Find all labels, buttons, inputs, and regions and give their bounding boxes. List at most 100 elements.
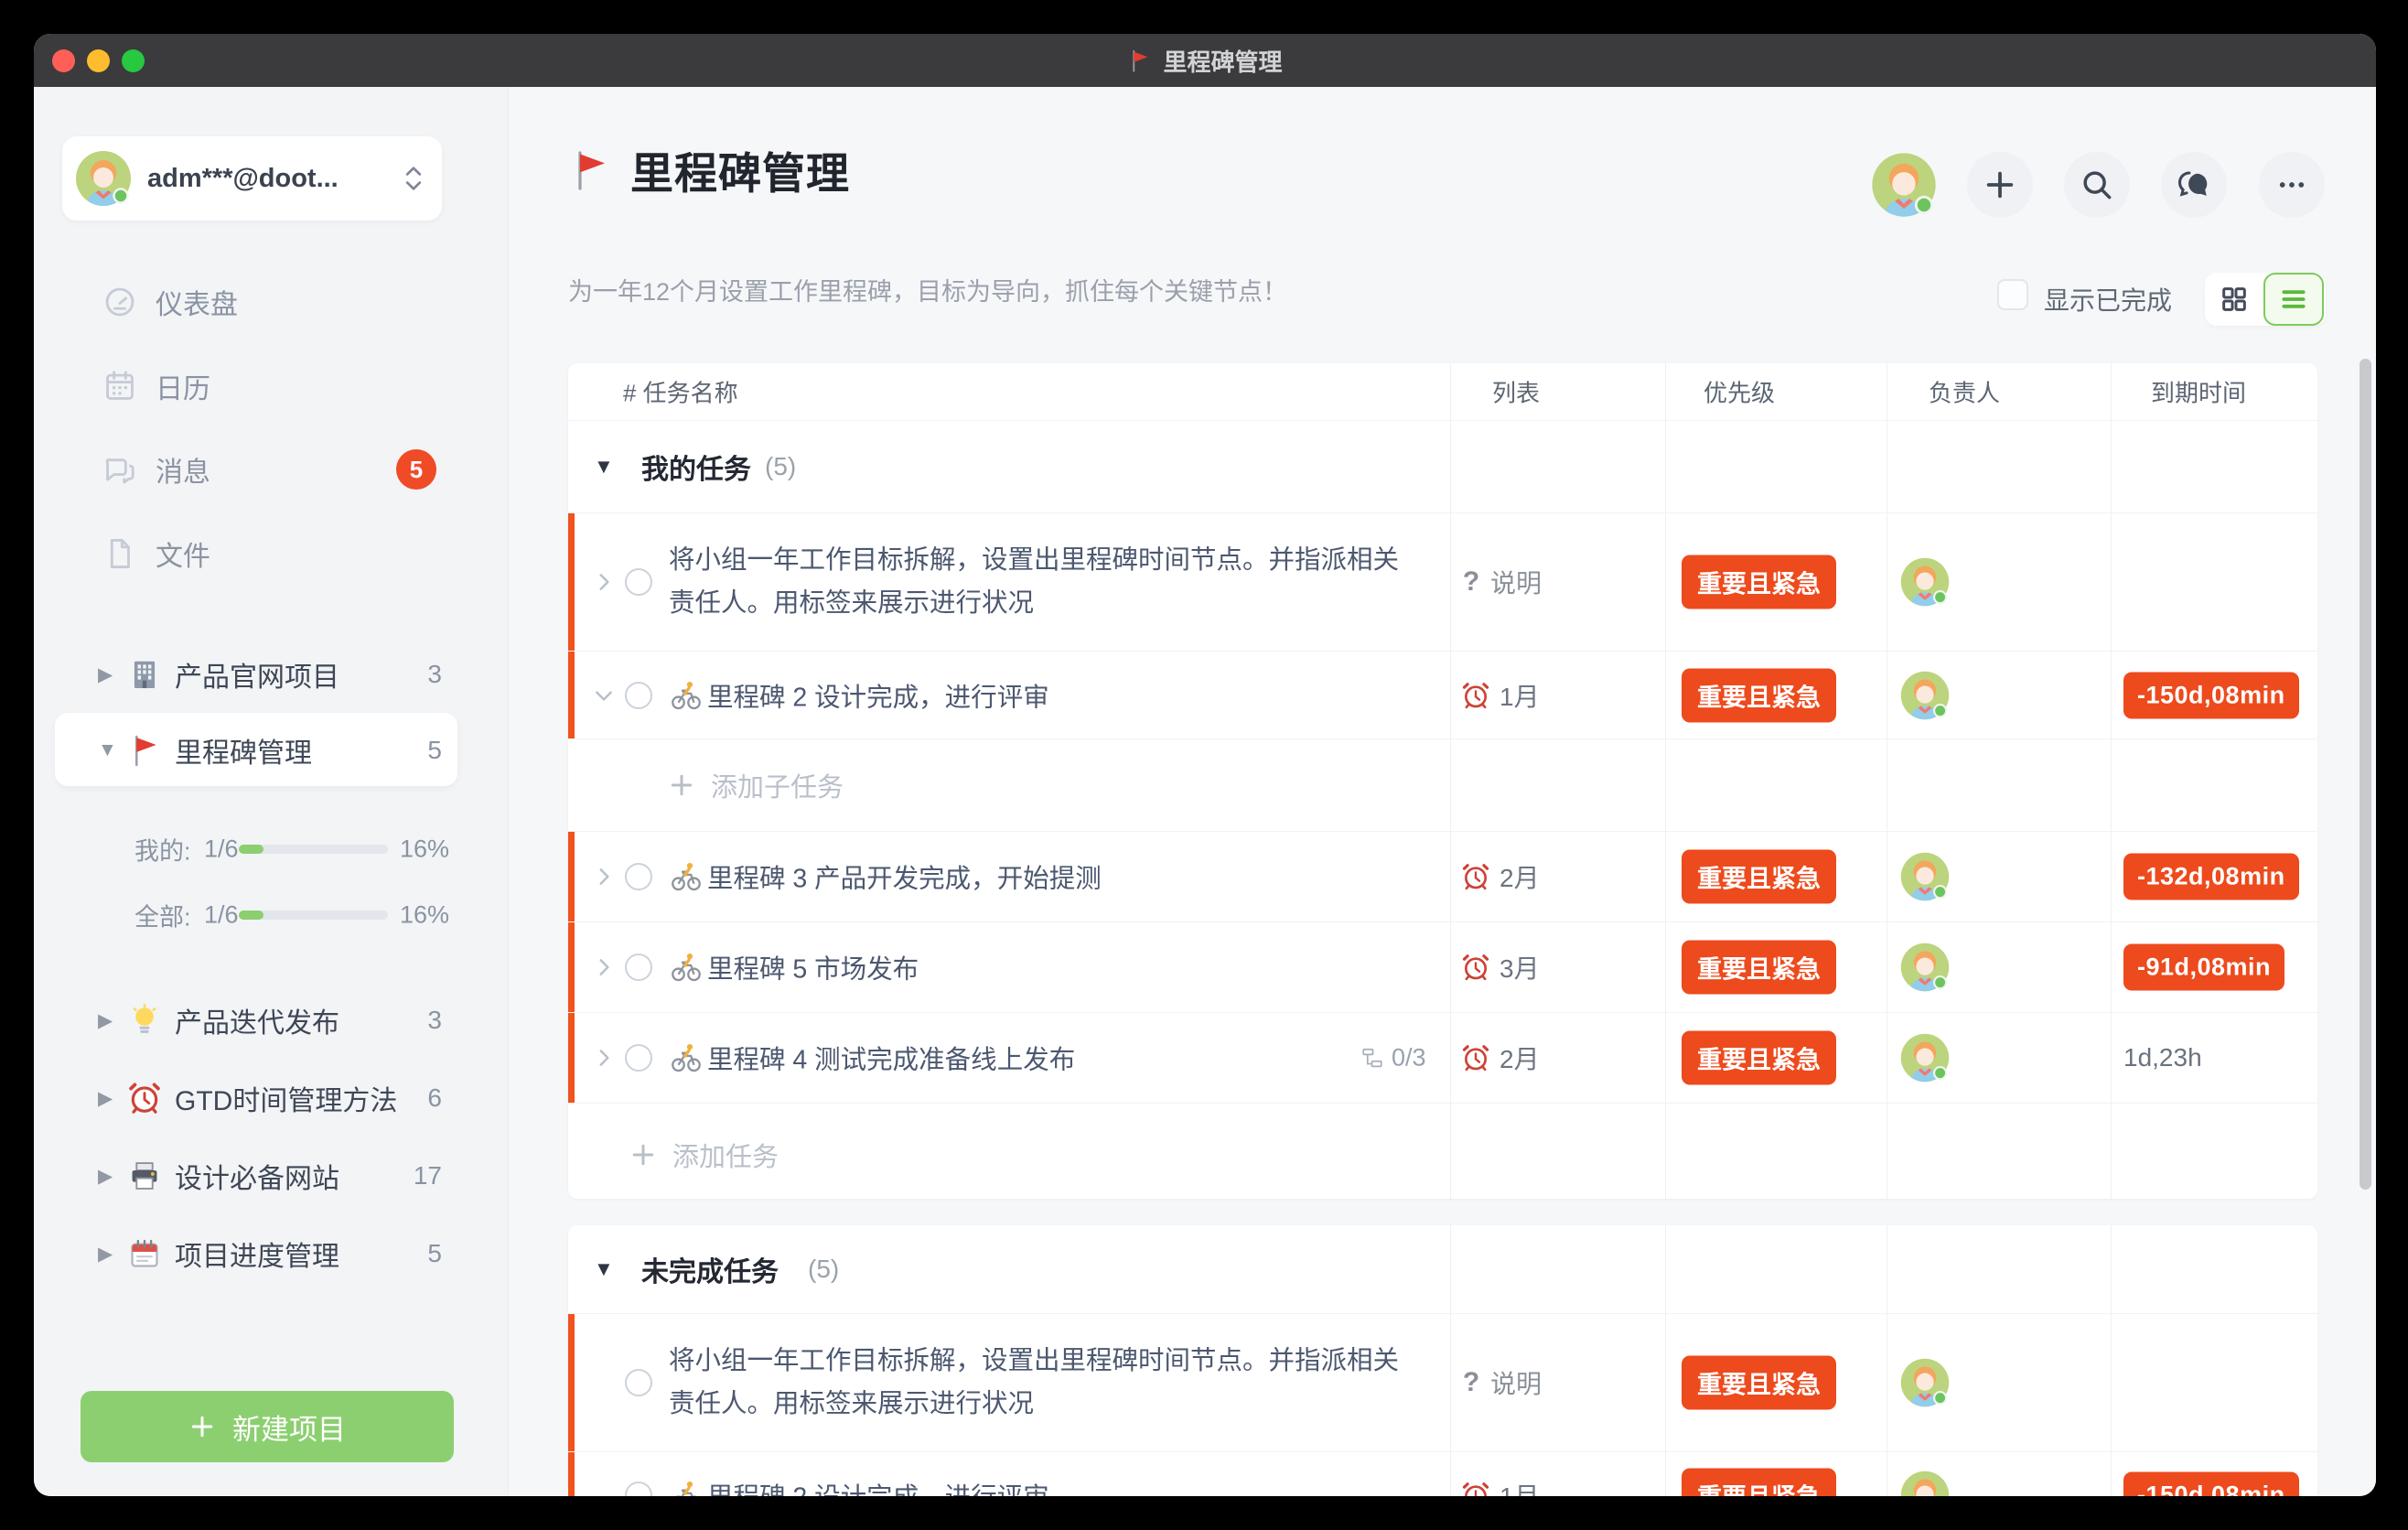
collapse-caret-icon[interactable]: ▶	[98, 1243, 122, 1266]
collapse-chevron-icon[interactable]	[592, 684, 616, 707]
expand-chevron-icon[interactable]	[592, 570, 616, 594]
project-item-progress-mgmt[interactable]: ▶ 项目进度管理 5	[34, 1217, 508, 1290]
plus-icon	[1983, 167, 2017, 202]
task-complete-circle[interactable]	[625, 1044, 652, 1072]
question-icon: ?	[1461, 566, 1481, 598]
priority-badge: 重要且紧急	[1682, 941, 1836, 995]
page-subtitle: 为一年12个月设置工作里程碑，目标为导向，抓住每个关键节点！	[568, 272, 1287, 307]
list-cell: 1月	[1461, 677, 1540, 714]
task-row[interactable]: 里程碑 2 设计完成，进行评审 1月 重要且紧急 -150d,08min	[568, 1452, 2317, 1496]
assignee-avatar	[1899, 942, 1951, 993]
plus-icon	[188, 1413, 216, 1440]
task-complete-circle[interactable]	[625, 1369, 652, 1396]
user-avatar	[74, 149, 133, 208]
search-button[interactable]	[2064, 152, 2130, 218]
show-completed-checkbox[interactable]	[1997, 279, 2028, 310]
task-complete-circle[interactable]	[625, 1482, 652, 1497]
project-item-iteration[interactable]: ▶ 产品迭代发布 3	[34, 984, 508, 1057]
progress-row-mine: 我的: 1/6 16%	[34, 829, 508, 869]
project-item-milestone[interactable]: ▼ 里程碑管理 5	[34, 714, 508, 787]
alarm-clock-icon	[127, 1081, 162, 1115]
group-collapse-icon[interactable]: ▼	[594, 455, 614, 479]
chevron-updown-icon	[402, 163, 425, 194]
priority-badge: 重要且紧急	[1682, 1468, 1836, 1496]
expand-caret-icon[interactable]: ▼	[98, 739, 122, 761]
project-item-website[interactable]: ▶ 产品官网项目 3	[34, 638, 508, 711]
project-task-count: 17	[414, 1161, 442, 1191]
task-table-uncompleted: ▼ 未完成任务 (5) 将小组一年工作目标拆解，设置出里程碑时间节点。并指派相关…	[568, 1225, 2317, 1496]
progress-bar	[239, 845, 388, 854]
task-row[interactable]: 将小组一年工作目标拆解，设置出里程碑时间节点。并指派相关责任人。用标签来展示进行…	[568, 1314, 2317, 1452]
user-account-selector[interactable]: adm***@doot...	[62, 136, 442, 221]
show-completed-label[interactable]: 显示已完成	[2044, 281, 2172, 318]
task-complete-circle[interactable]	[625, 568, 652, 596]
subtask-count: 0/3	[1360, 1044, 1426, 1072]
project-task-count: 6	[427, 1083, 442, 1113]
task-row[interactable]: 里程碑 2 设计完成，进行评审 1月 重要且紧急 -150d,08min	[568, 652, 2317, 739]
add-button[interactable]	[1967, 152, 2033, 218]
flag-icon	[1127, 48, 1152, 73]
more-button[interactable]	[2259, 152, 2325, 218]
scrollbar-thumb[interactable]	[2360, 359, 2371, 1190]
cyclist-icon	[671, 1480, 702, 1497]
project-item-design-sites[interactable]: ▶ 设计必备网站 17	[34, 1139, 508, 1212]
group-count: (5)	[808, 1255, 839, 1284]
progress-bar	[239, 910, 388, 920]
flag-icon	[568, 148, 612, 192]
alarm-clock-icon	[1461, 681, 1490, 710]
list-cell: 2月	[1461, 858, 1540, 895]
cyclist-icon	[671, 952, 702, 983]
new-project-button[interactable]: 新建项目	[81, 1391, 454, 1462]
alarm-clock-icon	[1461, 1043, 1490, 1072]
header-avatar[interactable]	[1870, 151, 1938, 219]
project-task-count: 5	[427, 736, 442, 765]
column-list: 列表	[1492, 375, 1540, 409]
flag-icon	[127, 733, 162, 768]
list-view-button[interactable]	[2263, 273, 2324, 326]
due-time-badge: -150d,08min	[2123, 672, 2299, 718]
zoom-window-button[interactable]	[122, 49, 145, 72]
sidebar-item-files[interactable]: 文件	[34, 512, 508, 596]
minimize-window-button[interactable]	[87, 49, 110, 72]
sidebar-item-messages[interactable]: 消息 5	[34, 427, 508, 512]
group-header-my-tasks[interactable]: ▼ 我的任务 (5)	[568, 421, 2317, 513]
unread-count-badge: 5	[396, 449, 436, 490]
task-row[interactable]: 里程碑 3 产品开发完成，开始提测 2月 重要且紧急 -132d,08min	[568, 832, 2317, 922]
window-titlebar: 里程碑管理	[34, 34, 2376, 87]
sidebar-item-dashboard[interactable]: 仪表盘	[34, 260, 508, 344]
cyclist-icon	[671, 1042, 702, 1073]
list-cell: 3月	[1461, 949, 1540, 986]
group-header-uncompleted[interactable]: ▼ 未完成任务 (5)	[568, 1225, 2317, 1314]
priority-badge: 重要且紧急	[1682, 1031, 1836, 1085]
collapse-caret-icon[interactable]: ▶	[98, 1165, 122, 1188]
alarm-clock-icon	[1461, 862, 1490, 891]
task-complete-circle[interactable]	[625, 863, 652, 890]
task-row[interactable]: 里程碑 5 市场发布 3月 重要且紧急 -91d,08min	[568, 922, 2317, 1013]
close-window-button[interactable]	[52, 49, 75, 72]
task-row[interactable]: 里程碑 4 测试完成准备线上发布 0/3 2月 重要且紧急 1d,23h	[568, 1013, 2317, 1104]
add-subtask-row[interactable]: 添加子任务	[568, 739, 2317, 832]
project-item-gtd[interactable]: ▶ GTD时间管理方法 6	[34, 1061, 508, 1135]
group-collapse-icon[interactable]: ▼	[594, 1257, 614, 1281]
task-row[interactable]: 将小组一年工作目标拆解，设置出里程碑时间节点。并指派相关责任人。用标签来展示进行…	[568, 513, 2317, 652]
assignee-avatar	[1899, 1357, 1951, 1408]
chat-button[interactable]	[2161, 152, 2227, 218]
task-complete-circle[interactable]	[625, 954, 652, 981]
project-task-count: 3	[427, 1006, 442, 1035]
collapse-caret-icon[interactable]: ▶	[98, 1009, 122, 1032]
assignee-avatar	[1899, 1470, 1951, 1497]
column-priority: 优先级	[1704, 375, 1775, 409]
ellipsis-icon	[2274, 167, 2309, 202]
collapse-caret-icon[interactable]: ▶	[98, 1087, 122, 1110]
expand-chevron-icon[interactable]	[592, 865, 616, 889]
collapse-caret-icon[interactable]: ▶	[98, 663, 122, 686]
chat-icon	[2177, 167, 2211, 202]
grid-view-button[interactable]	[2205, 273, 2263, 326]
expand-chevron-icon[interactable]	[592, 955, 616, 979]
search-icon	[2080, 167, 2114, 202]
add-task-row[interactable]: 添加任务	[568, 1104, 2317, 1206]
page-title: 里程碑管理	[568, 138, 850, 201]
task-complete-circle[interactable]	[625, 682, 652, 709]
sidebar-item-calendar[interactable]: 日历	[34, 344, 508, 428]
expand-chevron-icon[interactable]	[592, 1046, 616, 1070]
